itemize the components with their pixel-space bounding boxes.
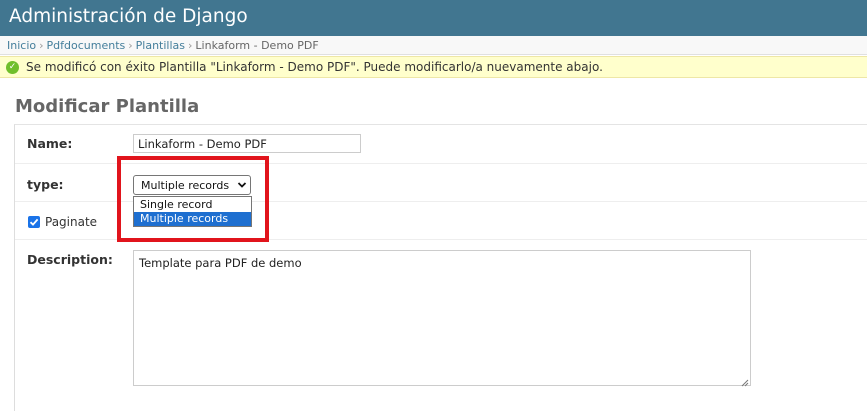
paginate-checkbox[interactable] [28, 216, 40, 228]
description-label: Description: [27, 252, 113, 267]
type-label: type: [27, 177, 64, 192]
site-header: Administración de Django [0, 0, 867, 36]
success-message-text: Se modificó con éxito Plantilla "Linkafo… [26, 60, 603, 74]
success-check-icon: ✓ [6, 61, 19, 74]
breadcrumb-separator: › [39, 39, 44, 52]
success-message: ✓ Se modificó con éxito Plantilla "Linka… [0, 56, 867, 78]
form-row-description: Description: Template para PDF de demo [15, 240, 867, 412]
description-text: Template para PDF de demo [139, 256, 302, 270]
breadcrumb-current: Linkaform - Demo PDF [195, 39, 319, 52]
name-input[interactable] [133, 134, 361, 153]
breadcrumb-model-link[interactable]: Plantillas [136, 39, 185, 52]
name-label: Name: [27, 136, 73, 151]
breadcrumb-app-link[interactable]: Pdfdocuments [47, 39, 126, 52]
paginate-label[interactable]: Paginate [45, 215, 97, 229]
breadcrumb-separator: › [188, 39, 193, 52]
breadcrumb-separator: › [128, 39, 133, 52]
checkmark-icon [29, 218, 39, 226]
page-title: Modificar Plantilla [15, 96, 200, 117]
breadcrumb: Inicio › Pdfdocuments › Plantillas › Linkaform… [0, 36, 867, 55]
highlight-annotation [117, 156, 269, 242]
description-textarea[interactable]: Template para PDF de demo [133, 250, 751, 387]
breadcrumb-home-link[interactable]: Inicio [7, 39, 36, 52]
resize-handle-icon[interactable] [741, 376, 749, 387]
site-title[interactable]: Administración de Django [9, 6, 248, 27]
